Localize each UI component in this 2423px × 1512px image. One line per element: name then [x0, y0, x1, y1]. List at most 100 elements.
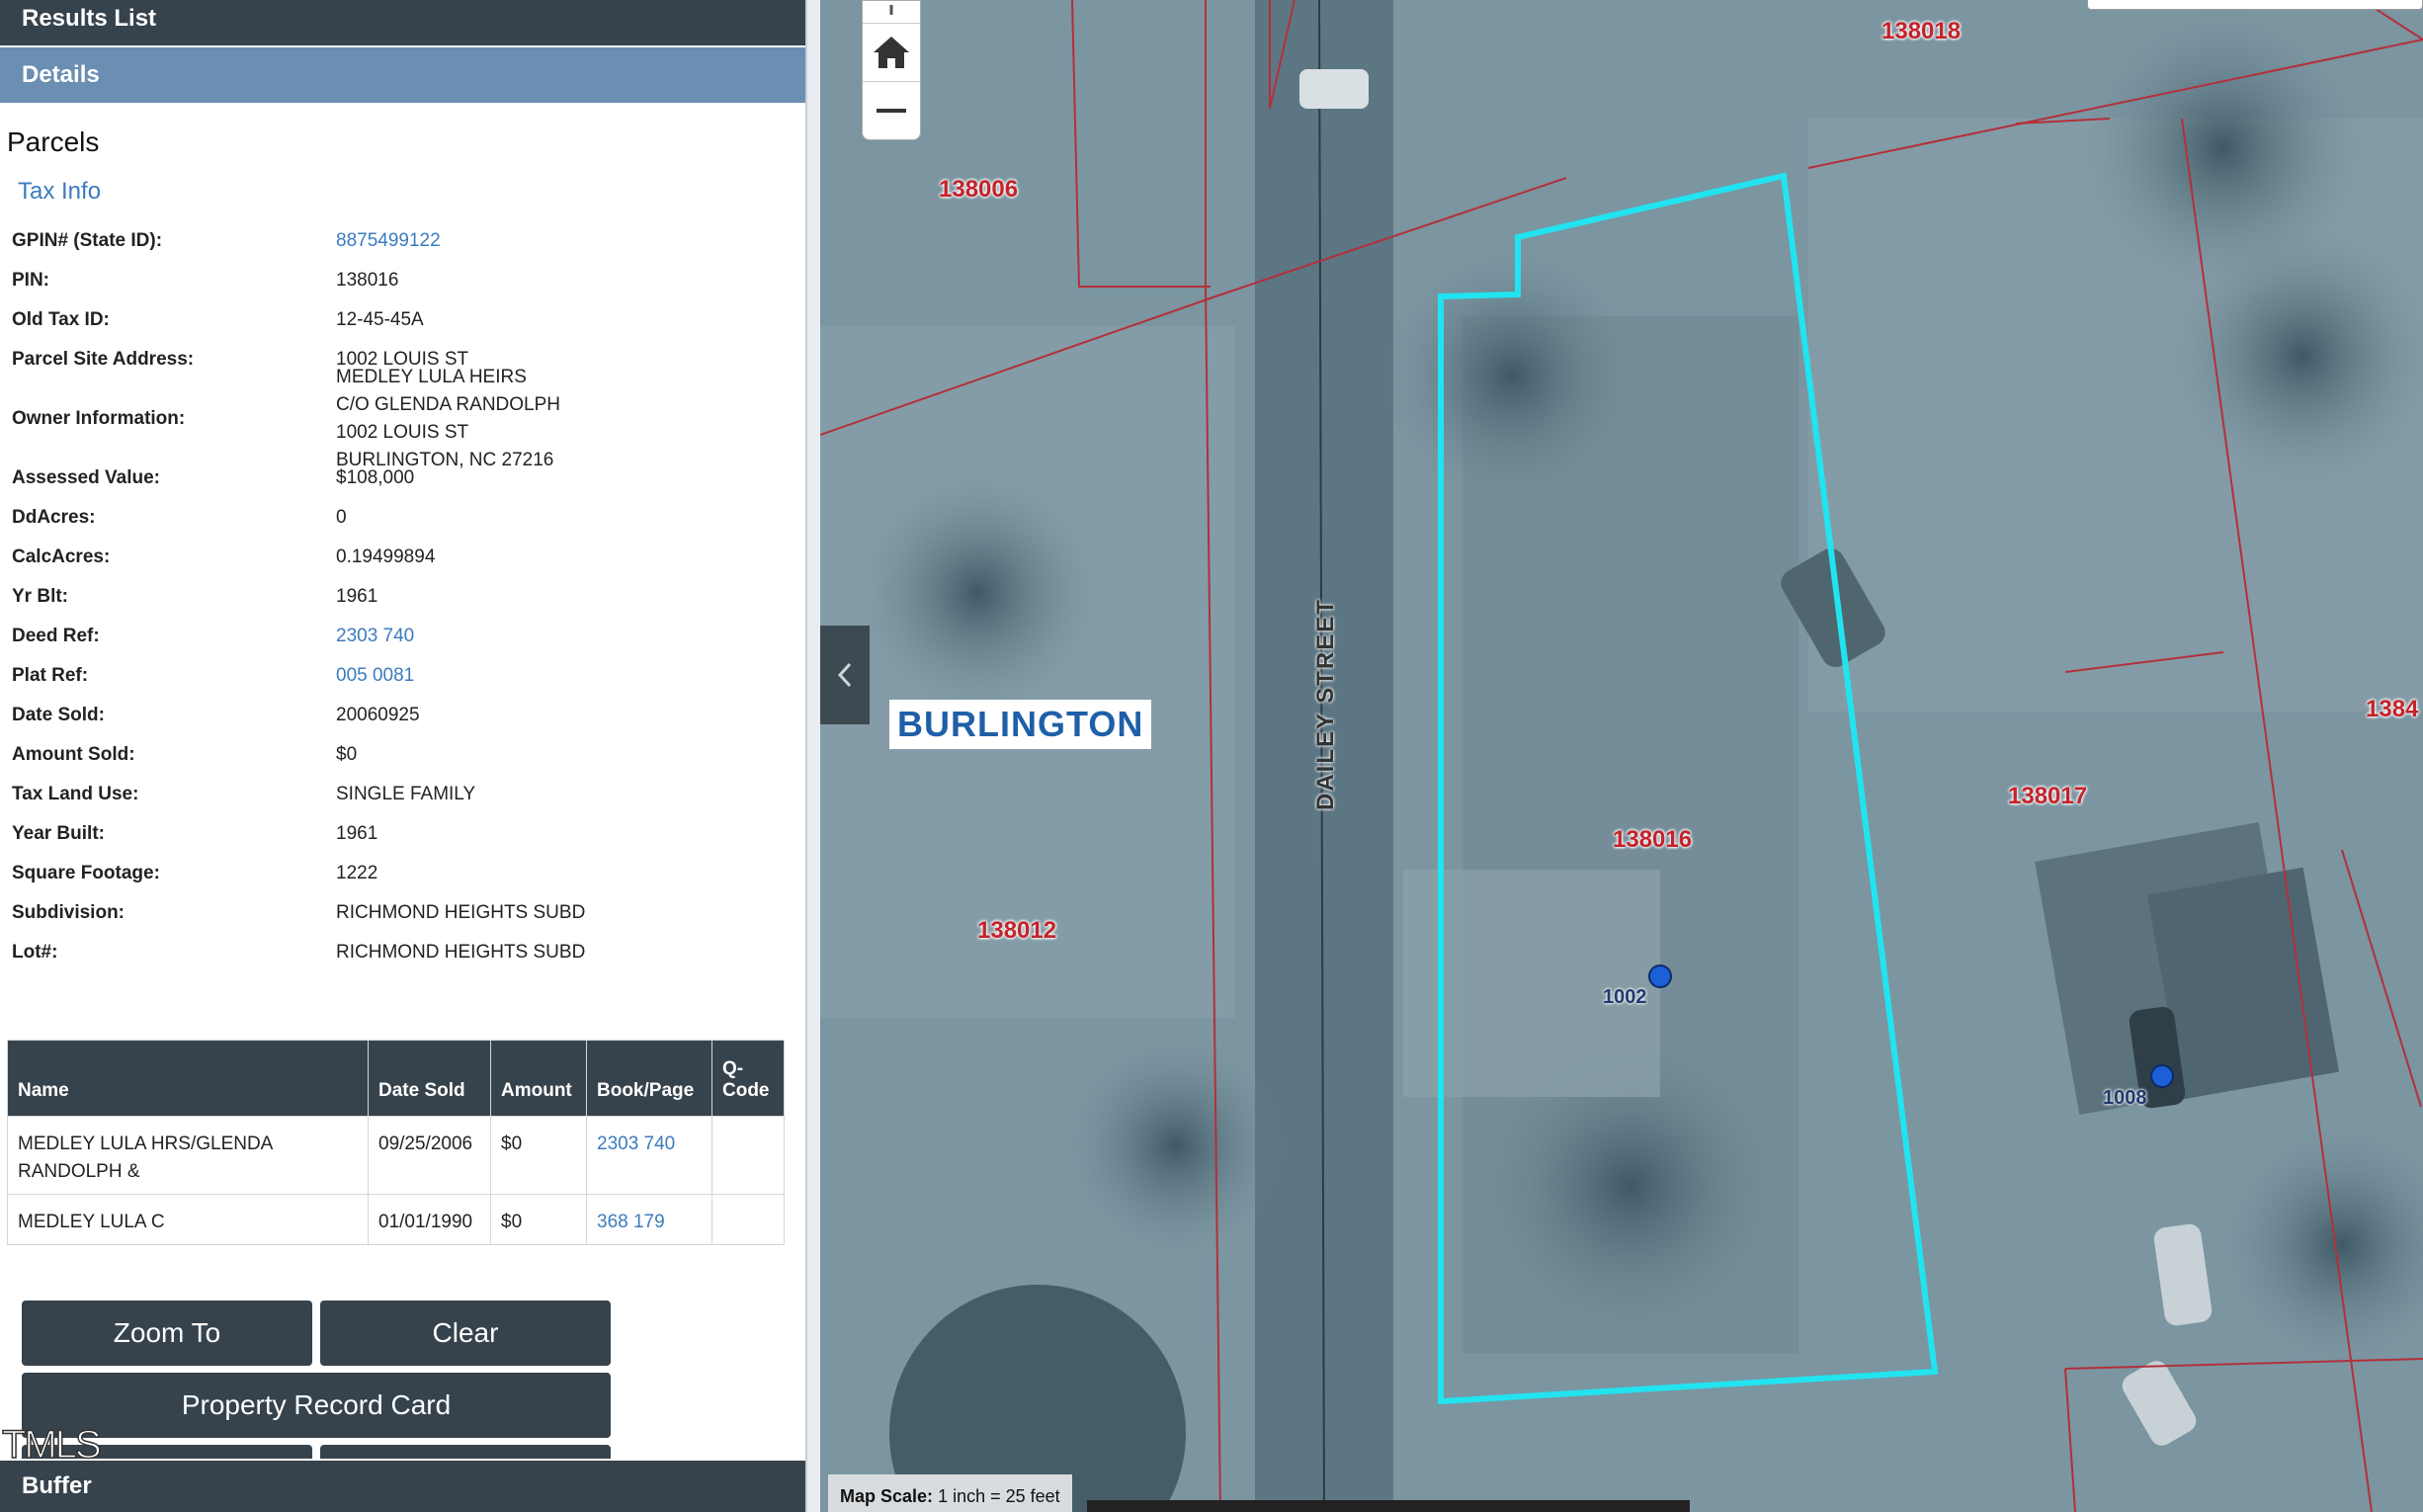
zoom-controls	[862, 0, 921, 140]
attribute-label: Parcel Site Address:	[12, 349, 195, 370]
attribute-row: CalcAcres: 0.19499894	[0, 538, 805, 577]
attribute-value: 1961	[336, 586, 378, 607]
attribute-row: Subdivision: RICHMOND HEIGHTS SUBD	[0, 893, 805, 933]
attribute-row: Plat Ref: 005 0081	[0, 656, 805, 696]
attribute-label: Lot#:	[12, 942, 58, 963]
table-cell	[711, 1116, 785, 1195]
chevron-left-icon	[837, 662, 852, 688]
book-page-link[interactable]: 2303 740	[586, 1116, 712, 1195]
attribute-label: Subdivision:	[12, 902, 125, 923]
attribute-value: 20060925	[336, 705, 420, 725]
attribute-label: Old Tax ID:	[12, 309, 110, 330]
minus-icon	[877, 109, 906, 113]
attribute-value: 1222	[336, 863, 378, 883]
column-header[interactable]: Book/Page	[586, 1040, 712, 1117]
map-attribution-bar	[1087, 1500, 1690, 1512]
hidden-button-right[interactable]	[320, 1445, 611, 1459]
panel-splitter[interactable]	[805, 0, 820, 1512]
attribute-value: $108,000	[336, 467, 415, 488]
zoom-out-button[interactable]	[863, 82, 920, 139]
home-button[interactable]	[863, 24, 920, 82]
attribute-label: Owner Information:	[12, 408, 186, 429]
column-header[interactable]: Date Sold	[368, 1040, 491, 1117]
collapse-panel-button[interactable]	[820, 626, 870, 724]
map-view[interactable]: 138018 138006 138016 138017 138012 1384 …	[820, 0, 2423, 1512]
address-label: 1002	[1603, 986, 1647, 1008]
column-header[interactable]: Q- Code	[711, 1040, 785, 1117]
city-label: BURLINGTON	[889, 700, 1152, 749]
attribute-label: GPIN# (State ID):	[12, 230, 163, 251]
map-toolbar-stub[interactable]	[2087, 0, 2423, 10]
sales-history-table: Name Date Sold Amount Book/Page Q- Code MEDL…	[7, 1040, 785, 1245]
details-header[interactable]: Details	[0, 47, 805, 103]
attribute-row: Year Built: 1961	[0, 814, 805, 854]
table-cell: $0	[490, 1116, 587, 1195]
table-cell: 09/25/2006	[368, 1116, 491, 1195]
clear-button[interactable]: Clear	[320, 1301, 611, 1366]
attribute-row: Date Sold: 20060925	[0, 696, 805, 735]
map-scale: Map Scale: 1 inch = 25 feet	[828, 1474, 1072, 1512]
attribute-value-link[interactable]: 2303 740	[336, 626, 805, 647]
street-label: DAILEY STREET	[1312, 598, 1339, 810]
attribute-value: MEDLEY LULA HEIRS C/O GLENDA RANDOLPH 10…	[336, 367, 560, 470]
table-cell	[711, 1194, 785, 1245]
attribute-value-link[interactable]: 8875499122	[336, 230, 805, 252]
parcel-label: 138006	[939, 176, 1019, 203]
attribute-row: Yr Blt: 1961	[0, 577, 805, 617]
buffer-header[interactable]: Buffer	[0, 1461, 805, 1512]
table-row: MEDLEY LULA HRS/GLENDA RANDOLPH & 09/25/2…	[7, 1116, 785, 1195]
table-cell: 01/01/1990	[368, 1194, 491, 1245]
attribute-row: Square Footage: 1222	[0, 854, 805, 893]
results-list-header[interactable]: Results List	[0, 0, 805, 45]
address-point-1008	[2150, 1064, 2174, 1088]
attribute-value: SINGLE FAMILY	[336, 784, 476, 804]
attribute-value: RICHMOND HEIGHTS SUBD	[336, 902, 586, 923]
parcel-attributes: GPIN# (State ID): 8875499122 PIN: 138016 Old…	[0, 221, 805, 972]
attribute-row: Lot#: RICHMOND HEIGHTS SUBD	[0, 933, 805, 972]
attribute-row: Owner Information: MEDLEY LULA HEIRS C/O …	[0, 367, 805, 470]
attribute-value: 0.19499894	[336, 546, 436, 567]
attribute-value: 138016	[336, 270, 399, 291]
map-scale-label: Map Scale:	[840, 1486, 934, 1506]
parcel-label: 138012	[977, 917, 1057, 944]
zoom-to-button[interactable]: Zoom To	[22, 1301, 312, 1366]
attribute-value-link[interactable]: 005 0081	[336, 665, 805, 687]
details-panel: Results List Details Parcels Tax Info GP…	[0, 0, 805, 1512]
aerial-imagery	[820, 0, 2423, 1512]
attribute-value: $0	[336, 744, 358, 765]
column-header[interactable]: Amount	[490, 1040, 587, 1117]
table-cell: MEDLEY LULA HRS/GLENDA RANDOLPH &	[7, 1116, 369, 1195]
attribute-label: DdAcres:	[12, 507, 96, 528]
tax-info-link[interactable]: Tax Info	[18, 178, 101, 206]
table-cell: $0	[490, 1194, 587, 1245]
attribute-label: Date Sold:	[12, 705, 105, 725]
attribute-row: Deed Ref: 2303 740	[0, 617, 805, 656]
attribute-row: Old Tax ID: 12-45-45A	[0, 300, 805, 340]
map-scale-value: 1 inch = 25 feet	[938, 1486, 1060, 1506]
attribute-label: Plat Ref:	[12, 665, 89, 686]
attribute-label: CalcAcres:	[12, 546, 111, 567]
attribute-row: GPIN# (State ID): 8875499122	[0, 221, 805, 261]
attribute-value: 1961	[336, 823, 378, 844]
address-label: 1008	[2103, 1087, 2147, 1109]
attribute-label: Year Built:	[12, 823, 105, 844]
attribute-row: Tax Land Use: SINGLE FAMILY	[0, 775, 805, 814]
attribute-label: Tax Land Use:	[12, 784, 139, 804]
attribute-label: Amount Sold:	[12, 744, 135, 765]
attribute-value: RICHMOND HEIGHTS SUBD	[336, 942, 586, 963]
attribute-row: PIN: 138016	[0, 261, 805, 300]
parcel-label: 1384	[2366, 696, 2419, 722]
attribute-row: Amount Sold: $0	[0, 735, 805, 775]
zoom-in-button[interactable]	[863, 1, 920, 24]
parcel-label: 138017	[2008, 783, 2088, 809]
column-header[interactable]: Name	[7, 1040, 369, 1117]
table-cell: MEDLEY LULA C	[7, 1194, 369, 1245]
property-record-card-button[interactable]: Property Record Card	[22, 1373, 611, 1438]
table-row: MEDLEY LULA C 01/01/1990 $0 368 179	[7, 1194, 785, 1245]
attribute-row: DdAcres: 0	[0, 498, 805, 538]
address-point-1002	[1648, 965, 1672, 988]
book-page-link[interactable]: 368 179	[586, 1194, 712, 1245]
attribute-label: Yr Blt:	[12, 586, 68, 607]
attribute-label: Square Footage:	[12, 863, 160, 883]
parcel-label: 138018	[1881, 18, 1962, 44]
